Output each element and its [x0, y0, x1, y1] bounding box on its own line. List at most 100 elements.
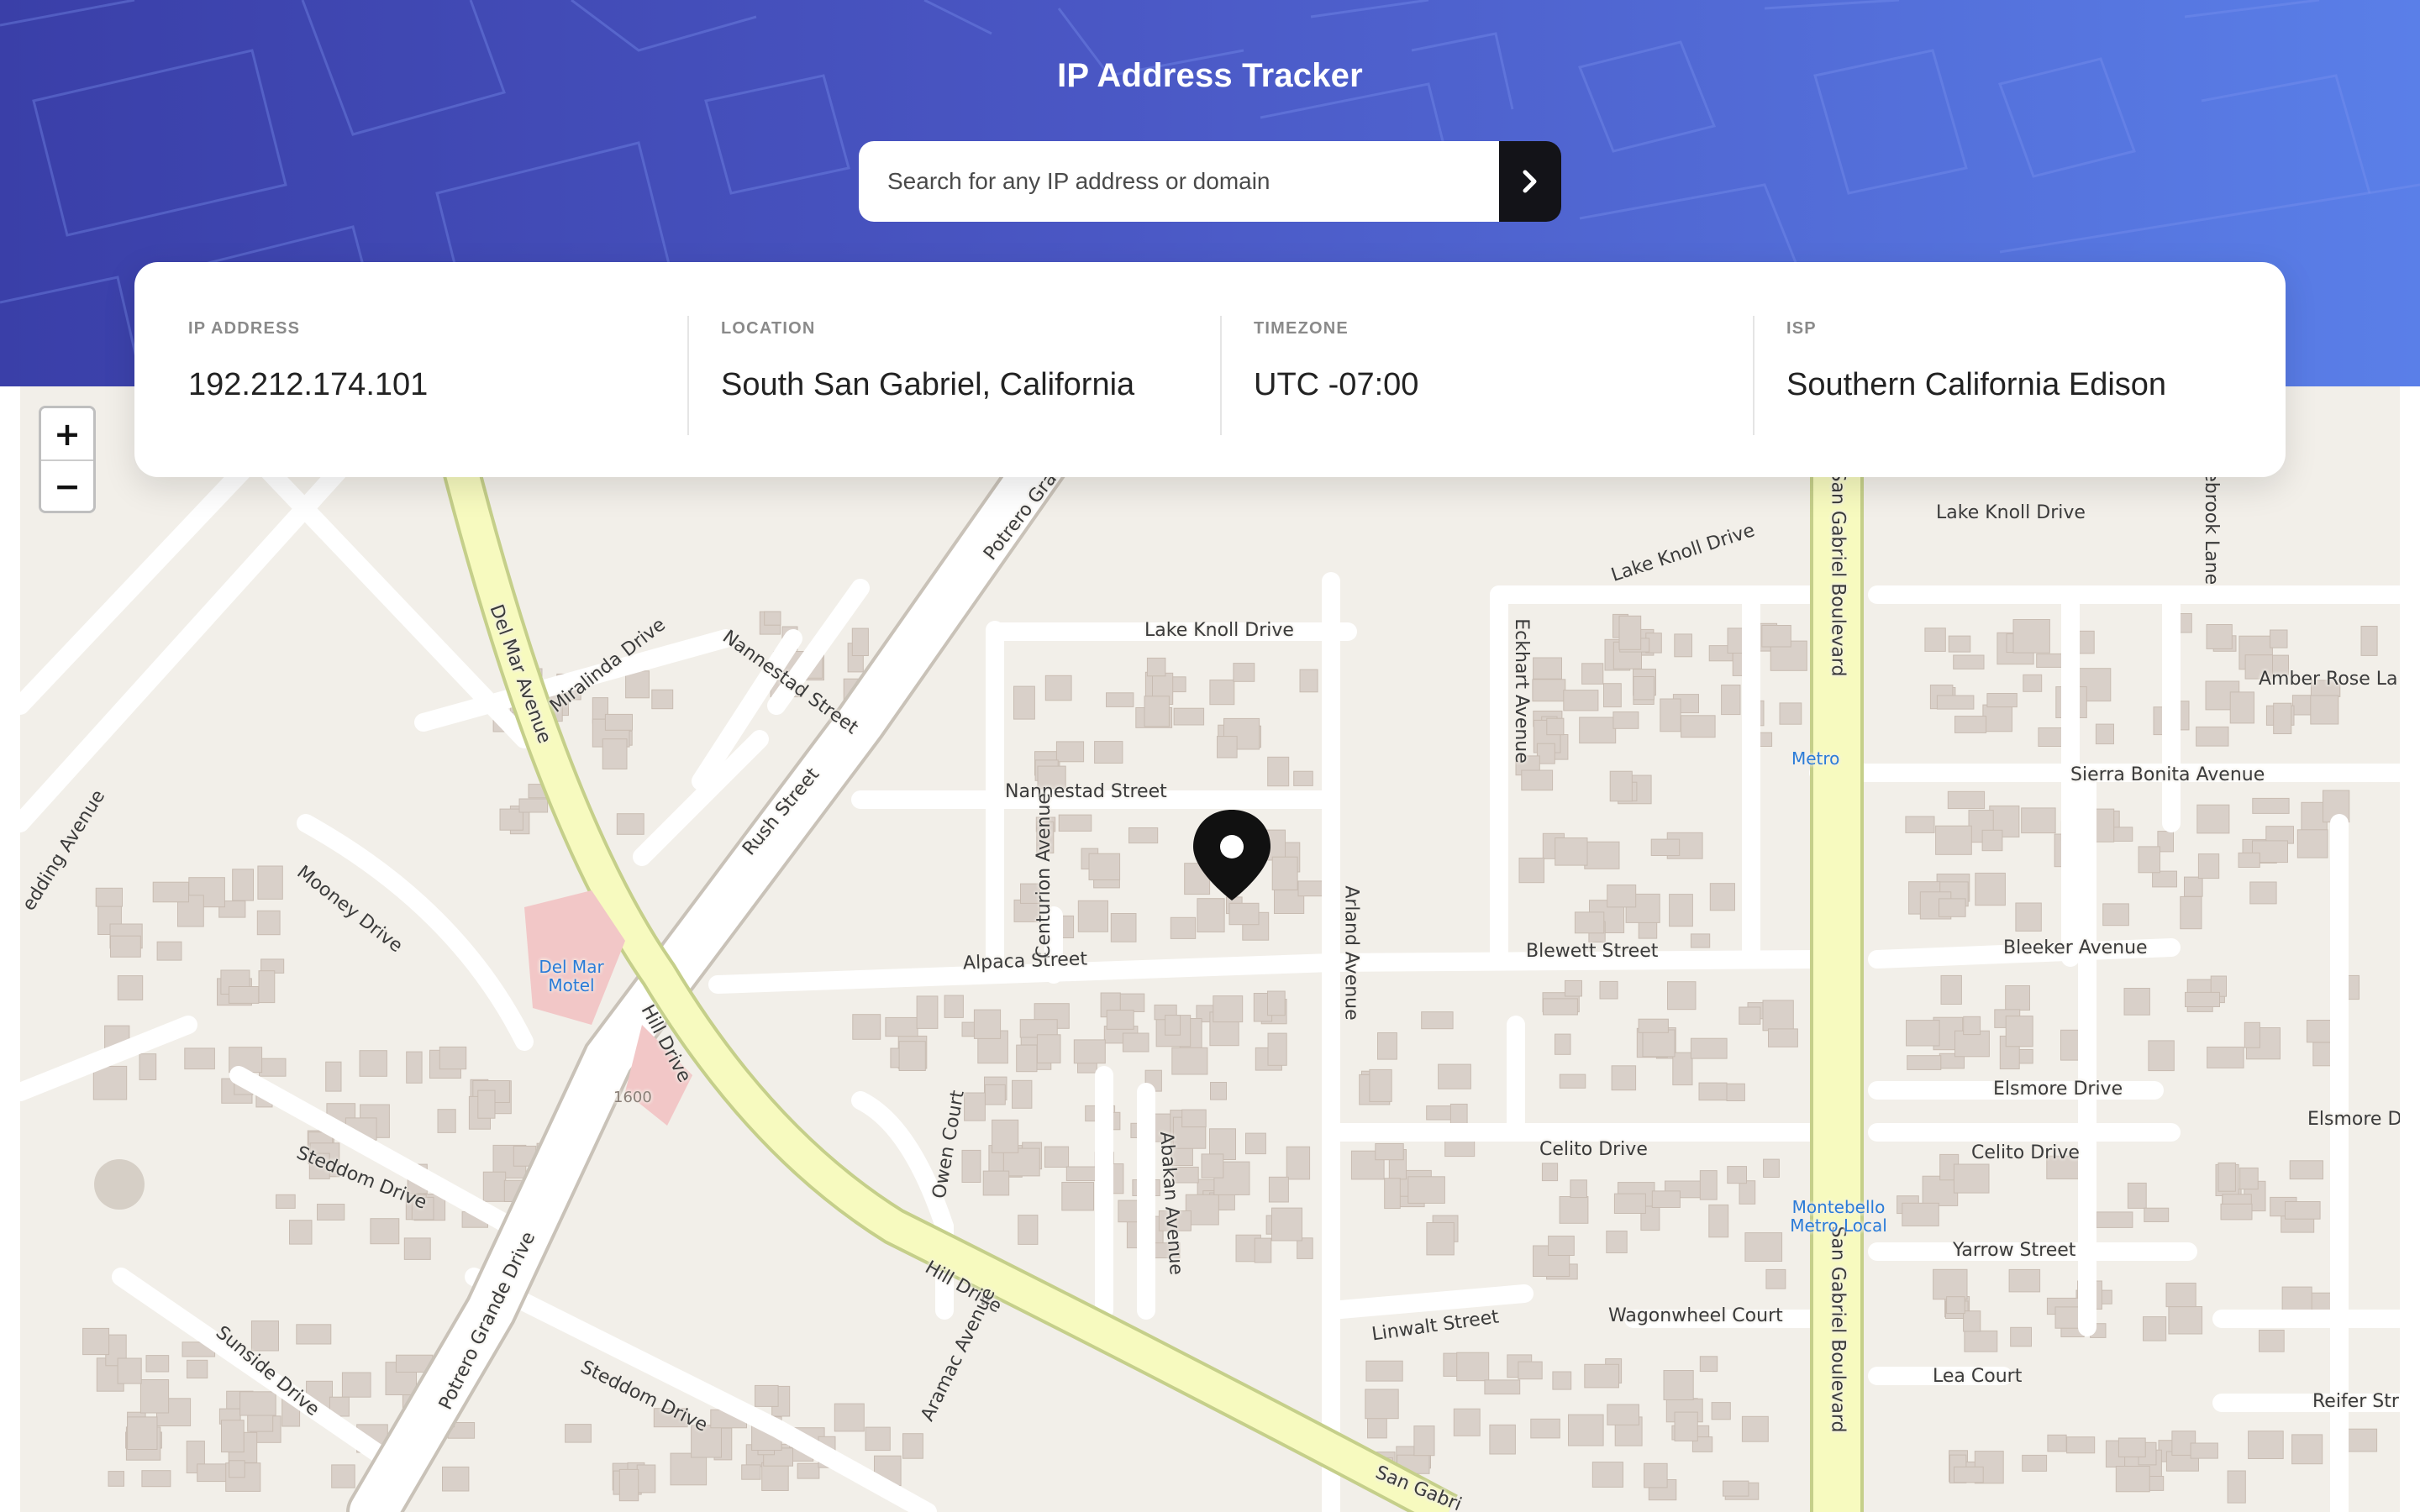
building — [1933, 1268, 1968, 1300]
building — [1607, 1404, 1640, 1425]
building — [117, 1357, 142, 1384]
building — [1721, 685, 1741, 716]
building — [1584, 1363, 1620, 1389]
building — [1698, 1082, 1728, 1101]
building — [1633, 676, 1655, 701]
building — [2270, 629, 2288, 648]
building — [618, 1468, 639, 1502]
location-value: South San Gabriel, California — [721, 367, 1135, 402]
building — [2022, 1454, 2048, 1472]
building — [2227, 1470, 2246, 1504]
street-label: Lea Court — [1933, 1366, 2023, 1387]
street-label: sebrook Lane — [2201, 460, 2223, 585]
building — [1963, 1310, 1981, 1332]
building — [1779, 702, 1802, 725]
building — [2165, 1283, 2196, 1308]
building — [885, 1016, 918, 1037]
building — [1953, 1163, 1990, 1194]
building — [92, 1065, 128, 1100]
building — [1106, 692, 1134, 707]
building — [1413, 1425, 1435, 1457]
building — [1559, 1196, 1589, 1224]
building — [1365, 1360, 1403, 1382]
zoom-in-button[interactable]: + — [41, 408, 93, 459]
building — [139, 1379, 170, 1414]
building — [2229, 691, 2254, 724]
building — [1245, 1132, 1266, 1155]
building — [604, 713, 634, 731]
zoom-out-button[interactable]: − — [41, 459, 93, 511]
building — [2005, 985, 2030, 1011]
building — [482, 1171, 507, 1202]
building — [852, 1014, 881, 1040]
building — [1613, 1193, 1646, 1214]
building — [1690, 933, 1711, 948]
building — [2207, 1047, 2244, 1068]
building — [2123, 988, 2150, 1016]
building — [982, 1170, 1010, 1196]
building — [127, 1416, 158, 1451]
building — [1036, 1034, 1061, 1063]
building — [2273, 702, 2292, 735]
building — [1618, 615, 1642, 650]
building — [2127, 1182, 2147, 1209]
building — [761, 1462, 789, 1492]
building — [187, 1359, 208, 1379]
building — [1456, 1352, 1490, 1382]
building — [797, 1462, 820, 1479]
building — [1271, 1207, 1302, 1242]
building — [2244, 1021, 2260, 1048]
building — [1669, 894, 1693, 927]
building — [1907, 1055, 1942, 1070]
building — [973, 1009, 1002, 1039]
building — [1761, 625, 1791, 648]
building — [1954, 716, 1987, 733]
building — [1267, 1032, 1287, 1066]
building — [1584, 841, 1620, 869]
building — [1170, 916, 1197, 939]
timezone-panel: TIMEZONE UTC -07:00 — [1220, 262, 1753, 477]
building — [2259, 1330, 2285, 1352]
building — [1233, 663, 1255, 682]
street-label: Wagonwheel Court — [1608, 1305, 1783, 1326]
building — [2102, 903, 2129, 927]
building — [1982, 704, 2012, 732]
building — [1660, 698, 1681, 732]
building — [984, 1084, 1006, 1105]
building — [1271, 856, 1298, 890]
building — [1286, 1146, 1311, 1180]
building — [1210, 1082, 1227, 1100]
building — [865, 1426, 891, 1452]
building — [1905, 816, 1935, 833]
building — [1173, 707, 1205, 726]
building — [944, 995, 964, 1018]
building — [1902, 1202, 1939, 1226]
search-submit-button[interactable] — [1499, 141, 1561, 222]
building — [1555, 837, 1588, 866]
street-label: Arland Avenue — [1340, 885, 1362, 1021]
ip-info-card: IP ADDRESS 192.212.174.101 LOCATION Sout… — [134, 262, 2286, 477]
building — [1530, 1418, 1560, 1439]
building — [1106, 1010, 1134, 1030]
building — [1555, 1033, 1571, 1055]
building — [670, 1452, 708, 1486]
search-input[interactable] — [859, 141, 1499, 222]
building — [257, 865, 283, 900]
building — [1964, 1330, 1998, 1352]
building — [625, 670, 650, 699]
street-label: Alpaca Street — [962, 948, 1088, 974]
building — [108, 1471, 124, 1487]
building — [1213, 995, 1244, 1023]
building — [2217, 1162, 2236, 1192]
building — [276, 1194, 296, 1209]
building — [1426, 1222, 1455, 1256]
building — [317, 1204, 345, 1221]
building — [289, 1220, 313, 1245]
building — [1924, 627, 1946, 652]
street-label: Centurion Avenue — [1033, 793, 1055, 958]
building — [2118, 1437, 2146, 1457]
timezone-label: TIMEZONE — [1254, 319, 1349, 338]
map[interactable]: Lake Knoll Drive Lake Knoll Drive Lake K… — [20, 386, 2400, 1512]
poi-label: Montebello Metro Local — [1790, 1197, 1887, 1236]
building — [1611, 1065, 1637, 1091]
